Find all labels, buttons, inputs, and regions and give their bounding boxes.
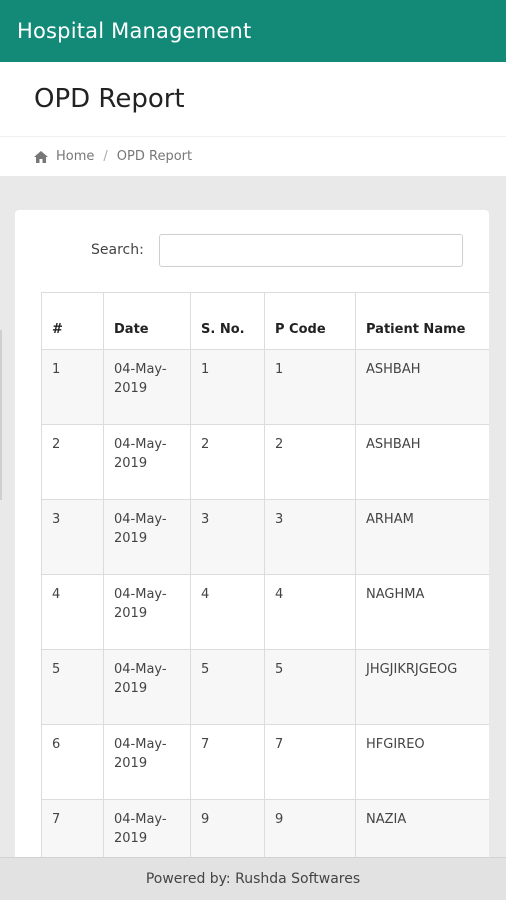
report-card: Search: # Date S. No. P Code Patient Nam… xyxy=(15,210,489,900)
table-row[interactable]: 6 04-May-2019 7 7 HFGIREO xyxy=(41,724,489,800)
table-row[interactable]: 4 04-May-2019 4 4 NAGHMA xyxy=(41,574,489,650)
cell-patient-name: ARHAM xyxy=(355,499,489,575)
cell-date: 04-May-2019 xyxy=(103,649,191,725)
cell-date: 04-May-2019 xyxy=(103,349,191,425)
cell-patient-code: 1 xyxy=(264,349,356,425)
home-icon[interactable] xyxy=(34,150,48,163)
cell-number: 4 xyxy=(41,574,104,650)
cell-patient-name: ASHBAH xyxy=(355,349,489,425)
cell-patient-code: 2 xyxy=(264,424,356,500)
table-row[interactable]: 2 04-May-2019 2 2 ASHBAH xyxy=(41,424,489,500)
cell-serial-no: 3 xyxy=(190,499,265,575)
search-row: Search: xyxy=(15,234,489,268)
side-drawer-edge[interactable] xyxy=(0,330,2,500)
cell-serial-no: 4 xyxy=(190,574,265,650)
cell-date: 04-May-2019 xyxy=(103,574,191,650)
opd-table-container[interactable]: # Date S. No. P Code Patient Name 1 04-M… xyxy=(41,292,489,900)
column-header-number[interactable]: # xyxy=(41,292,104,350)
breadcrumb-separator: / xyxy=(103,149,108,164)
table-row[interactable]: 5 04-May-2019 5 5 JHGJIKRJGEOG xyxy=(41,649,489,725)
column-header-serial-no[interactable]: S. No. xyxy=(190,292,265,350)
search-input[interactable] xyxy=(159,234,463,267)
table-row[interactable]: 1 04-May-2019 1 1 ASHBAH xyxy=(41,349,489,425)
cell-date: 04-May-2019 xyxy=(103,499,191,575)
cell-serial-no: 7 xyxy=(190,724,265,800)
cell-serial-no: 5 xyxy=(190,649,265,725)
table-header-row: # Date S. No. P Code Patient Name xyxy=(41,292,489,350)
cell-serial-no: 2 xyxy=(190,424,265,500)
footer-credit: Powered by: Rushda Softwares xyxy=(145,871,361,887)
cell-patient-code: 4 xyxy=(264,574,356,650)
app-title: Hospital Management xyxy=(17,19,252,43)
cell-date: 04-May-2019 xyxy=(103,724,191,800)
column-header-patient-code[interactable]: P Code xyxy=(264,292,356,350)
cell-patient-name: HFGIREO xyxy=(355,724,489,800)
search-label: Search: xyxy=(91,242,144,258)
cell-patient-code: 5 xyxy=(264,649,356,725)
footer: Powered by: Rushda Softwares xyxy=(0,857,506,900)
cell-patient-name: NAGHMA xyxy=(355,574,489,650)
breadcrumb-current: OPD Report xyxy=(116,149,193,164)
cell-patient-name: JHGJIKRJGEOG xyxy=(355,649,489,725)
table-row[interactable]: 3 04-May-2019 3 3 ARHAM xyxy=(41,499,489,575)
cell-serial-no: 1 xyxy=(190,349,265,425)
opd-table: # Date S. No. P Code Patient Name 1 04-M… xyxy=(41,292,489,875)
column-header-patient-name[interactable]: Patient Name xyxy=(355,292,489,350)
cell-number: 2 xyxy=(41,424,104,500)
column-header-date[interactable]: Date xyxy=(103,292,191,350)
cell-number: 6 xyxy=(41,724,104,800)
breadcrumb: Home / OPD Report xyxy=(0,136,506,176)
cell-number: 1 xyxy=(41,349,104,425)
cell-patient-code: 3 xyxy=(264,499,356,575)
cell-number: 5 xyxy=(41,649,104,725)
cell-patient-name: ASHBAH xyxy=(355,424,489,500)
app-header-bar: Hospital Management xyxy=(0,0,506,62)
cell-number: 3 xyxy=(41,499,104,575)
page-header: OPD Report xyxy=(0,62,506,136)
breadcrumb-home-link[interactable]: Home xyxy=(56,149,94,164)
cell-date: 04-May-2019 xyxy=(103,424,191,500)
page-title: OPD Report xyxy=(34,84,185,114)
cell-patient-code: 7 xyxy=(264,724,356,800)
